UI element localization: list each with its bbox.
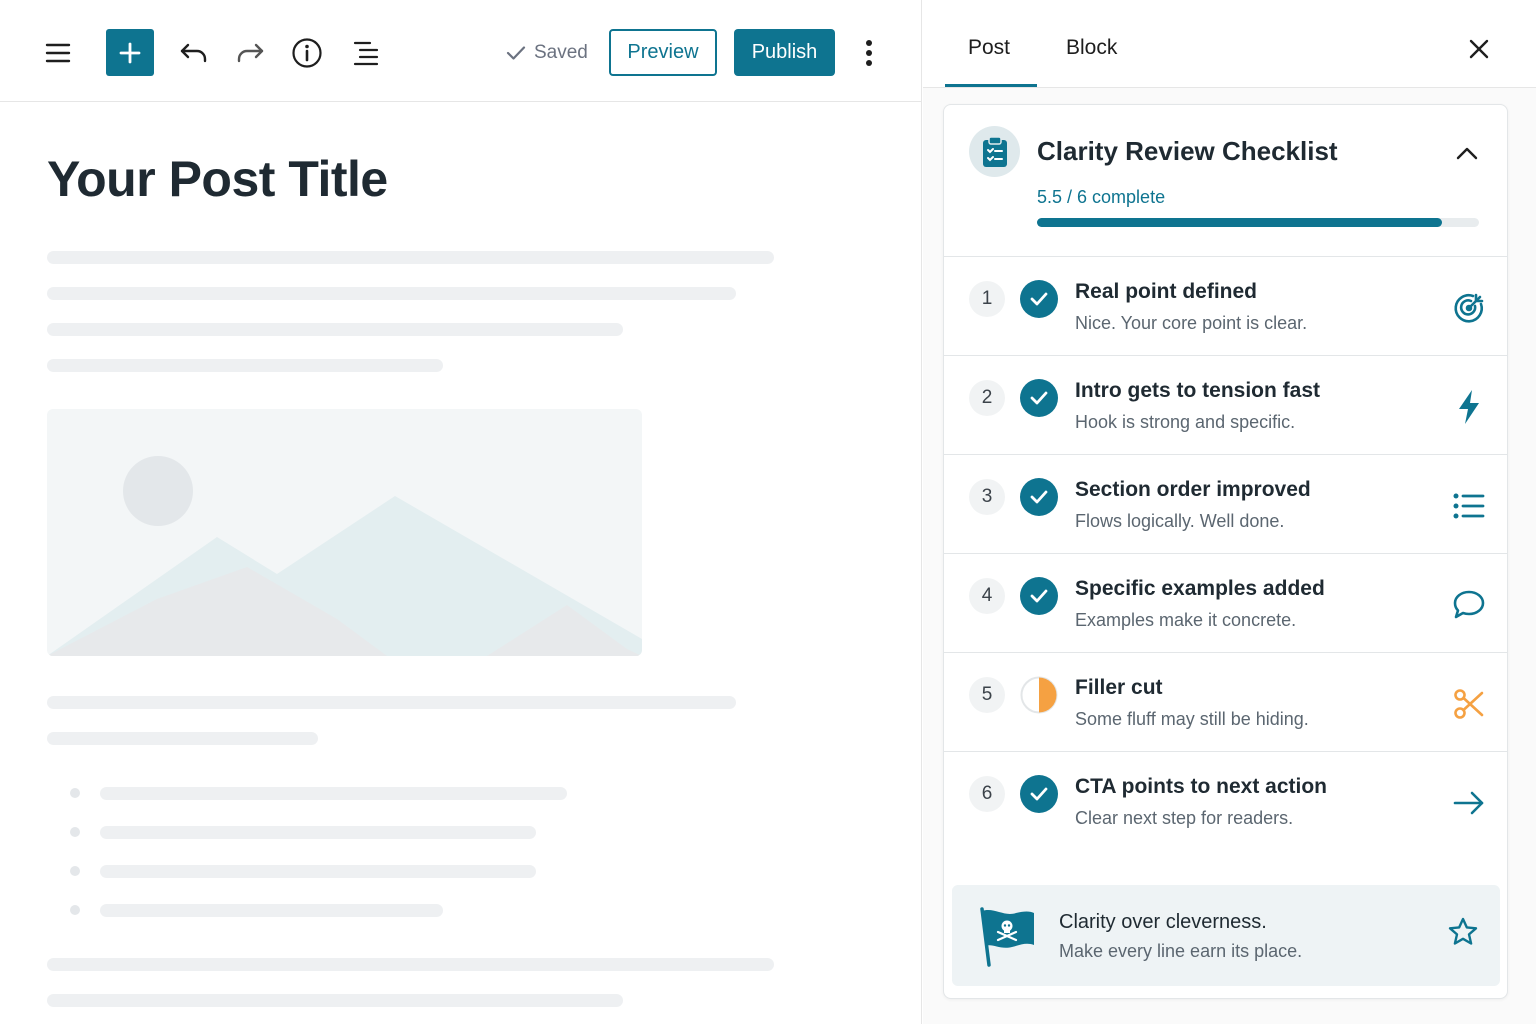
- checklist-header: Clarity Review Checklist 5.5 / 6 complet…: [944, 105, 1507, 257]
- scissors-icon: [1450, 685, 1488, 723]
- redo-icon[interactable]: [232, 35, 268, 71]
- text-placeholder-line: [47, 359, 443, 372]
- item-number: 5: [969, 677, 1005, 713]
- text-placeholder-line: [47, 287, 736, 300]
- plus-icon: [119, 42, 141, 63]
- target-icon: [1450, 289, 1488, 327]
- item-number: 2: [969, 380, 1005, 416]
- list-bullet: [70, 905, 80, 915]
- publish-button[interactable]: Publish: [734, 29, 835, 76]
- item-subtitle: Hook is strong and specific.: [1075, 412, 1296, 432]
- item-number: 1: [969, 281, 1005, 317]
- arrow-right-icon: [1450, 784, 1488, 822]
- text-placeholder-line: [47, 251, 774, 264]
- menu-icon[interactable]: [40, 35, 76, 71]
- list-bullet: [70, 866, 80, 876]
- checklist-item[interactable]: 1 Real point defined Nice. Your core poi…: [944, 257, 1507, 356]
- item-subtitle: Examples make it concrete.: [1075, 610, 1297, 630]
- editor-app: Saved Preview Publish Your Post Title Po…: [0, 0, 1536, 1024]
- check-circle-icon: [1020, 379, 1058, 417]
- saved-label: Saved: [534, 42, 588, 63]
- tip-card: Clarity over cleverness. Make every line…: [952, 885, 1500, 986]
- add-block-button[interactable]: [106, 29, 154, 76]
- close-sidebar-icon[interactable]: [1463, 33, 1495, 65]
- progress-text: 5.5 / 6 complete: [1037, 187, 1166, 207]
- pirate-flag-icon: [976, 905, 1038, 967]
- list-placeholder-line: [100, 787, 567, 800]
- item-title: Specific examples added: [1075, 577, 1325, 600]
- item-subtitle: Flows logically. Well done.: [1075, 511, 1285, 531]
- item-title: Section order improved: [1075, 478, 1311, 501]
- list-placeholder-line: [100, 865, 536, 878]
- checklist-item[interactable]: 5 Filler cut Some fluff may still be hid…: [944, 653, 1507, 752]
- list-bullet: [70, 827, 80, 837]
- info-icon[interactable]: [289, 35, 325, 71]
- editor-canvas: Saved Preview Publish Your Post Title: [0, 0, 922, 1024]
- item-title: Intro gets to tension fast: [1075, 379, 1321, 402]
- active-tab-indicator: [945, 84, 1037, 87]
- image-placeholder-icon: [47, 456, 642, 656]
- item-number: 4: [969, 578, 1005, 614]
- lightning-icon: [1450, 388, 1488, 426]
- saved-status: Saved: [506, 41, 588, 65]
- clipboard-icon: [969, 126, 1020, 177]
- check-icon: [506, 46, 526, 60]
- speech-bubble-icon: [1450, 586, 1488, 624]
- checklist-title: Clarity Review Checklist: [1037, 136, 1338, 166]
- text-placeholder-line: [47, 994, 623, 1007]
- sidebar-tabs: Post Block: [923, 0, 1536, 88]
- undo-icon[interactable]: [176, 35, 212, 71]
- checklist-panel: Clarity Review Checklist 5.5 / 6 complet…: [943, 104, 1508, 999]
- check-circle-icon: [1020, 775, 1058, 813]
- list-icon: [1450, 487, 1488, 525]
- more-options-icon[interactable]: [855, 34, 883, 72]
- tip-subtitle: Make every line earn its place.: [1059, 941, 1303, 961]
- text-placeholder-line: [47, 323, 623, 336]
- checklist-item[interactable]: 6 CTA points to next action Clear next s…: [944, 752, 1507, 851]
- text-placeholder-line: [47, 696, 736, 709]
- preview-button[interactable]: Preview: [609, 29, 717, 76]
- item-number: 6: [969, 776, 1005, 812]
- document-outline-icon[interactable]: [348, 35, 384, 71]
- tab-block[interactable]: Block: [1066, 36, 1117, 60]
- text-placeholder-line: [47, 958, 774, 971]
- item-title: Real point defined: [1075, 280, 1258, 303]
- item-subtitle: Some fluff may still be hiding.: [1075, 709, 1309, 729]
- top-toolbar: Saved Preview Publish: [0, 0, 922, 102]
- post-title[interactable]: Your Post Title: [47, 150, 388, 208]
- image-placeholder[interactable]: [47, 409, 642, 656]
- chevron-up-icon[interactable]: [1452, 138, 1482, 168]
- checklist-item[interactable]: 4 Specific examples added Examples make …: [944, 554, 1507, 653]
- tab-post[interactable]: Post: [968, 36, 1010, 60]
- list-placeholder-line: [100, 826, 536, 839]
- star-icon[interactable]: [1447, 916, 1479, 948]
- check-circle-icon: [1020, 577, 1058, 615]
- check-circle-icon: [1020, 478, 1058, 516]
- item-title: CTA points to next action: [1075, 775, 1327, 798]
- text-placeholder-line: [47, 732, 318, 745]
- list-bullet: [70, 788, 80, 798]
- tip-title: Clarity over cleverness.: [1059, 911, 1267, 933]
- item-number: 3: [969, 479, 1005, 515]
- checklist-item[interactable]: 3 Section order improved Flows logically…: [944, 455, 1507, 554]
- item-subtitle: Clear next step for readers.: [1075, 808, 1294, 828]
- progress-bar-fill: [1037, 218, 1443, 227]
- check-circle-icon: [1020, 280, 1058, 318]
- progress-bar: [1037, 218, 1479, 227]
- item-title: Filler cut: [1075, 676, 1163, 699]
- half-circle-icon: [1020, 676, 1058, 714]
- item-subtitle: Nice. Your core point is clear.: [1075, 313, 1308, 333]
- list-placeholder-line: [100, 904, 443, 917]
- checklist-item[interactable]: 2 Intro gets to tension fast Hook is str…: [944, 356, 1507, 455]
